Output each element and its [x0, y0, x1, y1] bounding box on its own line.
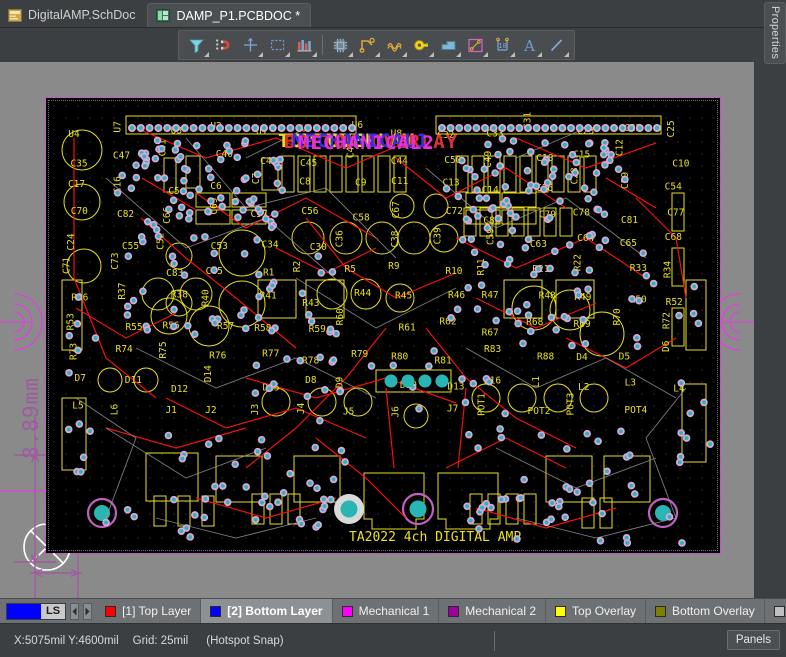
panels-button[interactable]: Panels	[726, 630, 780, 650]
layer-tab-label: Bottom Overlay	[672, 604, 755, 618]
layer-tab-label: [2] Bottom Layer	[227, 604, 323, 618]
layer-tabs-bar: LS [1] Top Layer [2] Bottom Layer Mechanic…	[0, 598, 786, 624]
via-pad-icon	[414, 39, 429, 50]
pcb-canvas[interactable]: TA2022 4ch DIGITAL AMP U4U7U3U2U1U5U6U8C…	[0, 62, 754, 598]
layer-tab-1-top-layer[interactable]: [1] Top Layer	[96, 598, 202, 624]
pcb-board-area[interactable]: TA2022 4ch DIGITAL AMP U4U7U3U2U1U5U6U8C…	[46, 98, 720, 553]
document-tab-schdoc[interactable]: DigitalAMP.SchDoc	[0, 3, 145, 27]
component-chip-icon-button[interactable]	[327, 32, 354, 58]
layer-tab-top-overlay[interactable]: Top Overlay	[546, 598, 647, 624]
layer-next-button[interactable]	[83, 602, 93, 620]
status-divider	[494, 631, 495, 651]
layer-tab-label: Mechanical 2	[465, 604, 537, 618]
layer-tab-mechanical-1[interactable]: Mechanical 1	[333, 598, 440, 624]
polygon-pour-icon	[441, 40, 456, 50]
properties-panel-tab-label: Properties	[769, 6, 781, 60]
layer-color-swatch	[210, 605, 222, 617]
text-string-icon: A	[523, 37, 535, 54]
differential-pair-icon-button[interactable]	[381, 32, 408, 58]
toolbar-separator	[322, 35, 323, 55]
component-chip-icon	[333, 38, 348, 52]
via-pad-icon-button[interactable]	[408, 32, 435, 58]
schematic-doc-icon	[8, 8, 22, 22]
differential-pair-icon	[387, 42, 402, 52]
layer-sets-selector[interactable]: LS	[6, 602, 67, 620]
svg-text:A: A	[523, 37, 535, 54]
dimension-icon-button[interactable]	[462, 32, 489, 58]
magnet-icon-button[interactable]	[210, 32, 237, 58]
altium-pcb-editor-window: DigitalAMP.SchDoc DAMP_P1.PCBDOC * Prope…	[0, 0, 786, 657]
filter-icon	[189, 39, 204, 54]
layer-stack-icon-button[interactable]	[291, 32, 318, 58]
layer-color-swatch	[105, 605, 117, 617]
layer-color-swatch	[341, 605, 353, 617]
selection-marquee-icon-button[interactable]	[264, 32, 291, 58]
layer-stack-icon	[297, 39, 312, 51]
svg-text:10: 10	[498, 42, 506, 50]
pcb-doc-icon	[156, 9, 171, 22]
layer-color-swatch	[448, 605, 460, 617]
document-tab-schdoc-label: DigitalAMP.SchDoc	[28, 8, 136, 22]
layer-sets-label: LS	[46, 605, 61, 617]
route-track-icon	[359, 37, 375, 53]
polygon-pour-icon-button[interactable]	[435, 32, 462, 58]
layer-prev-button[interactable]	[70, 602, 80, 620]
route-track-icon-button[interactable]	[354, 32, 381, 58]
pcb-pads	[64, 124, 714, 547]
magnet-icon	[216, 38, 230, 50]
layer-tab-bottom-overlay[interactable]: Bottom Overlay	[646, 598, 765, 624]
coordinate-icon-button[interactable]: 10	[489, 32, 516, 58]
line-icon-button[interactable]	[543, 32, 570, 58]
layer-tab-label: [1] Top Layer	[122, 604, 192, 618]
crosshair-place-icon	[244, 37, 257, 51]
document-tab-pcbdoc-label: DAMP_P1.PCBDOC *	[176, 8, 301, 23]
properties-panel-tab[interactable]: Properties	[764, 2, 786, 64]
layer-tab-2-bottom-layer[interactable]: [2] Bottom Layer	[201, 598, 333, 624]
chevron-right-icon	[85, 607, 90, 615]
layer-tab-mechanical-2[interactable]: Mechanical 2	[439, 598, 547, 624]
layer-color-swatch	[555, 605, 567, 617]
status-coordinates: X:5075mil Y:4600mil	[14, 634, 119, 647]
layer-tab-label: Mechanical 1	[358, 604, 430, 618]
text-string-icon-button[interactable]: A	[516, 32, 543, 58]
filter-icon-button[interactable]	[183, 32, 210, 58]
dimension-vertical-label: 8.89mm	[19, 377, 43, 459]
layer-tab-label: Top Overlay	[572, 604, 637, 618]
layer-color-swatch	[655, 605, 667, 617]
document-tab-pcbdoc[interactable]: DAMP_P1.PCBDOC *	[147, 3, 312, 27]
document-tab-bar: DigitalAMP.SchDoc DAMP_P1.PCBDOC *	[0, 0, 786, 28]
status-bar: X:5075mil Y:4600mil Grid: 25mil (Hotspot…	[0, 623, 786, 657]
chevron-left-icon	[72, 607, 77, 615]
overlay-title-3: MECHANICAL2	[298, 132, 435, 154]
status-snap-mode: (Hotspot Snap)	[206, 634, 284, 647]
overlay-title-text: TOP OVERLAY BOTTOM OVERLAY MECHANICAL1 MECH…	[278, 130, 508, 156]
active-layer-color-swatch	[7, 603, 41, 619]
layer-tabs-container: [1] Top Layer [2] Bottom Layer Mechanical …	[96, 598, 786, 624]
layer-color-swatch	[773, 605, 785, 617]
layer-tab-top[interactable]: Top	[765, 599, 786, 624]
dimension-icon	[468, 38, 483, 52]
pcb-active-bar-toolbar: 10 A	[178, 30, 575, 60]
coordinate-icon: 10	[496, 37, 509, 51]
panels-button-label: Panels	[735, 634, 771, 646]
selection-marquee-icon	[270, 39, 285, 50]
status-grid: Grid: 25mil	[132, 634, 189, 647]
line-icon	[550, 38, 563, 51]
crosshair-place-icon-button[interactable]	[237, 32, 264, 58]
